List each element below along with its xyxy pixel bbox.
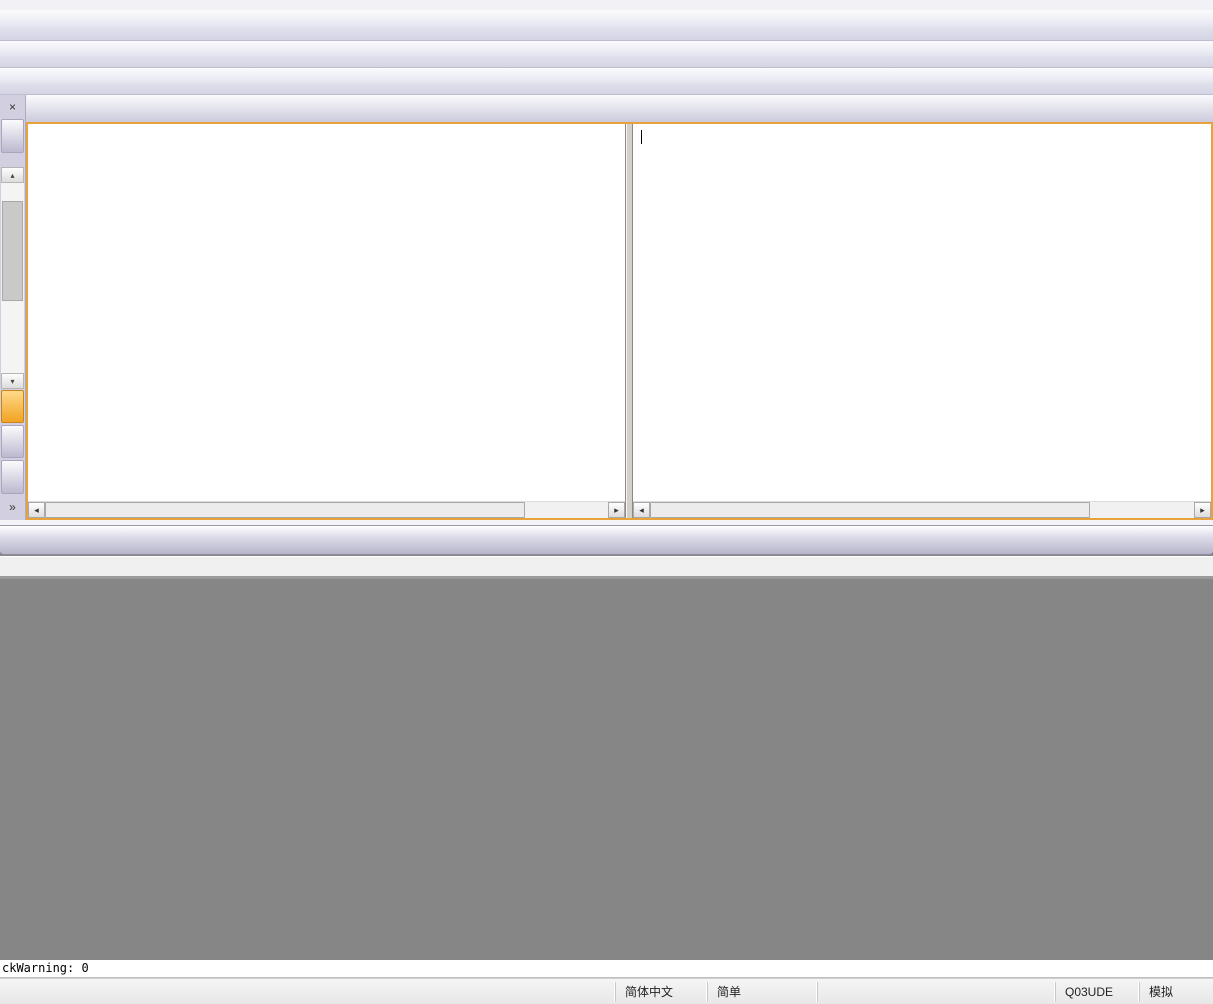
scroll-left-icon: ◂ — [639, 505, 644, 516]
scroll-left-button[interactable]: ◂ — [633, 502, 650, 518]
close-panel-button[interactable]: × — [1, 96, 24, 117]
menu-bar — [0, 0, 1213, 10]
monitor-values-text — [633, 124, 1211, 501]
hscroll-track[interactable] — [1090, 502, 1194, 518]
dock-button-3[interactable] — [1, 460, 24, 493]
output-warning-line: ckWarning: 0 — [0, 960, 1213, 978]
monitor-hscrollbar[interactable]: ◂ ▸ — [633, 501, 1211, 518]
output-panel-strip — [0, 556, 1213, 576]
scroll-right-icon: ▸ — [614, 505, 619, 516]
dock-splitter-band[interactable] — [0, 525, 1213, 555]
monitor-pane[interactable]: ◂ ▸ — [633, 124, 1211, 518]
status-connection: 模拟 — [1139, 982, 1197, 1002]
code-hscrollbar[interactable]: ◂ ▸ — [28, 501, 625, 518]
scroll-right-icon: ▸ — [1200, 505, 1205, 516]
status-empty-segment — [0, 982, 615, 1002]
st-code-text — [28, 124, 625, 501]
scroll-left-icon: ◂ — [34, 505, 39, 516]
panel-scrollbar[interactable]: ▴ ▾ — [1, 167, 24, 389]
scroll-track-bottom[interactable] — [1, 301, 24, 373]
status-language: 简体中文 — [615, 982, 707, 1002]
editor-splitter[interactable] — [626, 124, 633, 518]
status-edit-mode: 简单 — [707, 982, 817, 1002]
dock-button-2[interactable] — [1, 425, 24, 458]
hscroll-thumb[interactable] — [650, 502, 1090, 518]
toolbar-label — [0, 68, 1213, 95]
scroll-up-icon: ▴ — [10, 171, 14, 180]
docking-toolbar-strip: × ▴ ▾ » — [0, 95, 26, 520]
document-tab-bar — [26, 95, 1213, 122]
status-blank-segment — [817, 982, 1055, 1002]
scroll-down-button[interactable]: ▾ — [1, 373, 24, 389]
hscroll-thumb[interactable] — [45, 502, 525, 518]
empty-dock-area — [0, 669, 1213, 960]
scroll-left-button[interactable]: ◂ — [28, 502, 45, 518]
close-icon: × — [9, 100, 16, 114]
output-warning-text: ckWarning: 0 — [2, 961, 89, 975]
status-bar: 简体中文 简单 Q03UDE 模拟 — [0, 978, 1213, 1004]
toolbar-find — [0, 41, 1213, 68]
scroll-thumb[interactable] — [2, 201, 23, 301]
check-result-table — [0, 576, 1213, 579]
status-cpu-type: Q03UDE — [1055, 982, 1139, 1002]
scroll-right-button[interactable]: ▸ — [608, 502, 625, 518]
chevron-icon: » — [9, 500, 16, 514]
strip-gap-1 — [0, 154, 25, 168]
hscroll-track[interactable] — [525, 502, 608, 518]
expand-strip-button[interactable]: » — [1, 496, 24, 519]
scroll-right-button[interactable]: ▸ — [1194, 502, 1211, 518]
dock-button-1[interactable] — [1, 119, 24, 152]
st-editor-window: ◂ ▸ ◂ ▸ — [26, 122, 1213, 520]
active-tool-button[interactable] — [1, 390, 24, 423]
st-code-pane[interactable]: ◂ ▸ — [28, 124, 626, 518]
scroll-down-icon: ▾ — [10, 377, 14, 386]
scroll-track-top[interactable] — [1, 183, 24, 201]
scroll-up-button[interactable]: ▴ — [1, 167, 24, 183]
toolbar-standard — [0, 10, 1213, 41]
